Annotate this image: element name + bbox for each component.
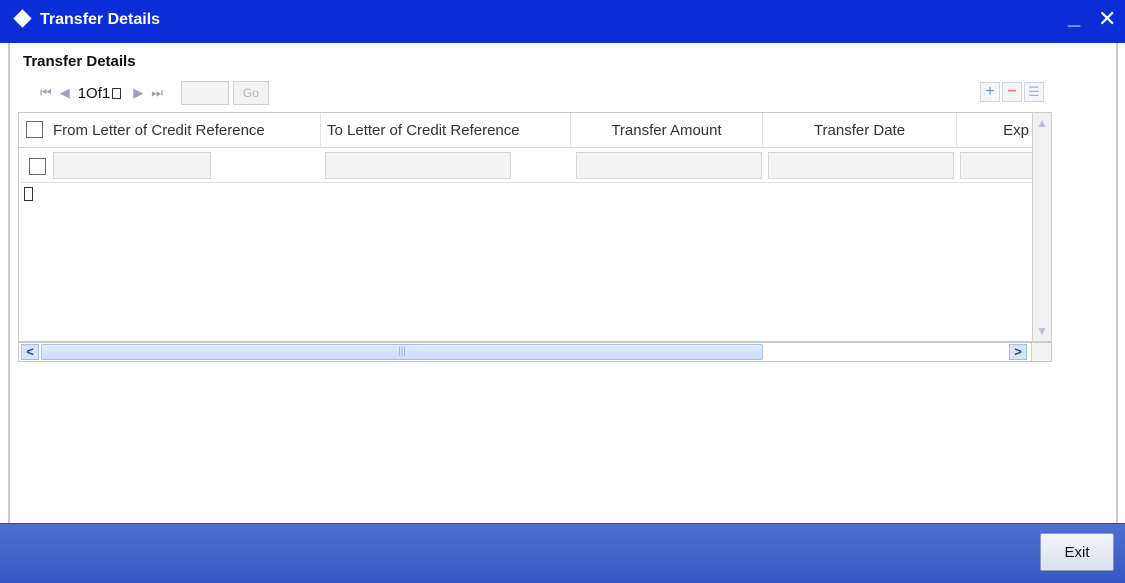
column-header-label: To Letter of Credit Reference xyxy=(327,122,520,139)
app-diamond-icon xyxy=(13,9,32,28)
go-button[interactable]: Go xyxy=(232,81,269,105)
delete-row-icon[interactable]: − xyxy=(1002,82,1022,102)
scroll-down-icon[interactable]: ▼ xyxy=(1033,321,1051,341)
scroll-right-icon[interactable]: > xyxy=(1009,344,1027,360)
page-number-input[interactable] xyxy=(180,81,229,105)
transfer-amount-field[interactable] xyxy=(576,152,762,179)
transfer-grid: From Letter of Credit Reference To Lette… xyxy=(18,112,1033,342)
grid-header-row: From Letter of Credit Reference To Lette… xyxy=(19,113,1033,148)
next-page-icon[interactable]: ▶ xyxy=(133,85,143,101)
scroll-up-icon[interactable]: ▲ xyxy=(1033,113,1051,133)
add-row-icon[interactable]: + xyxy=(980,82,1000,102)
single-view-icon[interactable]: ☰ xyxy=(1024,82,1044,102)
scroll-left-icon[interactable]: < xyxy=(21,344,39,360)
scroll-thumb[interactable]: ||| xyxy=(41,344,763,360)
vertical-scrollbar[interactable]: ▲ ▼ xyxy=(1032,112,1052,342)
column-header-transfer-amount: Transfer Amount xyxy=(571,113,763,148)
section-title: Transfer Details xyxy=(23,53,136,70)
from-reference-field[interactable] xyxy=(53,152,211,179)
pager: ⏮ ◀ 1Of1 ▶ ⏭ Go xyxy=(40,80,269,106)
expiry-field[interactable] xyxy=(960,152,1033,179)
row-select-checkbox[interactable] xyxy=(29,158,46,175)
column-header-label: Transfer Amount xyxy=(611,122,722,139)
minimize-icon[interactable]: _ xyxy=(1068,4,1080,30)
to-reference-field[interactable] xyxy=(325,152,511,179)
footer-bar xyxy=(0,523,1125,583)
column-header-expiry: Exp xyxy=(957,113,1033,148)
last-page-icon[interactable]: ⏭ xyxy=(151,85,163,101)
row-marker-box xyxy=(24,187,33,201)
grid-toolbar: + − ☰ xyxy=(978,82,1044,102)
first-page-icon[interactable]: ⏮ xyxy=(40,85,52,101)
column-header-to-reference: To Letter of Credit Reference xyxy=(321,113,571,148)
scroll-corner xyxy=(1031,343,1051,361)
column-header-label: Exp xyxy=(1003,122,1029,139)
close-icon[interactable]: ✕ xyxy=(1098,6,1116,32)
column-header-label: Transfer Date xyxy=(813,122,906,139)
transfer-date-field[interactable] xyxy=(768,152,954,179)
window-title: Transfer Details xyxy=(40,11,161,28)
table-row xyxy=(19,149,1033,183)
title-bar: Transfer Details _ ✕ xyxy=(0,0,1125,43)
column-header-from-reference: From Letter of Credit Reference xyxy=(53,113,321,148)
column-header-label: From Letter of Credit Reference xyxy=(53,122,265,139)
horizontal-scrollbar[interactable]: < ||| > xyxy=(18,342,1052,362)
exit-button[interactable]: Exit xyxy=(1040,533,1114,571)
page-count-label: 1Of1 xyxy=(77,84,111,102)
page-count-box-icon xyxy=(112,87,122,99)
column-header-transfer-date: Transfer Date xyxy=(763,113,957,148)
prev-page-icon[interactable]: ◀ xyxy=(60,85,70,101)
select-all-checkbox[interactable] xyxy=(26,121,43,138)
